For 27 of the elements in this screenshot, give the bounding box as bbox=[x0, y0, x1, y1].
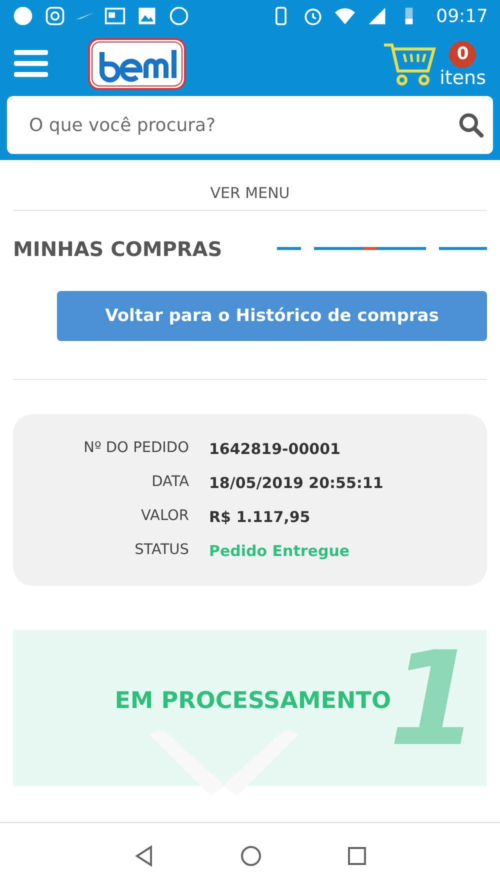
order-field-value: 1642819-00001 bbox=[209, 440, 342, 458]
wifi-icon bbox=[334, 5, 356, 27]
order-field-label: STATUS bbox=[134, 542, 189, 560]
menu-link[interactable]: VER MENU bbox=[13, 160, 487, 211]
order-field-label: VALOR bbox=[140, 508, 189, 526]
order-field-value: R$ 1.117,95 bbox=[209, 508, 312, 526]
order-field-label: DATA bbox=[150, 474, 189, 492]
search-field[interactable]: O que você procura? bbox=[7, 96, 493, 154]
order-field-value: 18/05/2019 20:55:11 bbox=[209, 474, 384, 492]
menu-icon[interactable] bbox=[14, 50, 48, 78]
step-number: 1 bbox=[388, 634, 479, 764]
clock: 09:17 bbox=[436, 6, 488, 26]
page-title: MINHAS COMPRAS bbox=[13, 237, 222, 261]
image-icon bbox=[136, 5, 158, 27]
order-field-value: Pedido Entregue bbox=[209, 542, 351, 560]
progress-dashes-icon bbox=[277, 246, 487, 252]
signal-icon bbox=[366, 5, 388, 27]
cart-label: itens bbox=[440, 68, 486, 88]
home-icon[interactable] bbox=[240, 845, 262, 867]
back-icon[interactable] bbox=[132, 845, 155, 867]
news-icon bbox=[104, 5, 126, 27]
cart-count-badge: 0 bbox=[449, 40, 476, 68]
search-icon[interactable] bbox=[457, 111, 485, 139]
order-field-label: Nº DO PEDIDO bbox=[82, 440, 189, 458]
step-title: EM PROCESSAMENTO bbox=[114, 688, 391, 714]
recents-icon[interactable] bbox=[347, 846, 368, 866]
camera-app-icon bbox=[44, 5, 66, 27]
